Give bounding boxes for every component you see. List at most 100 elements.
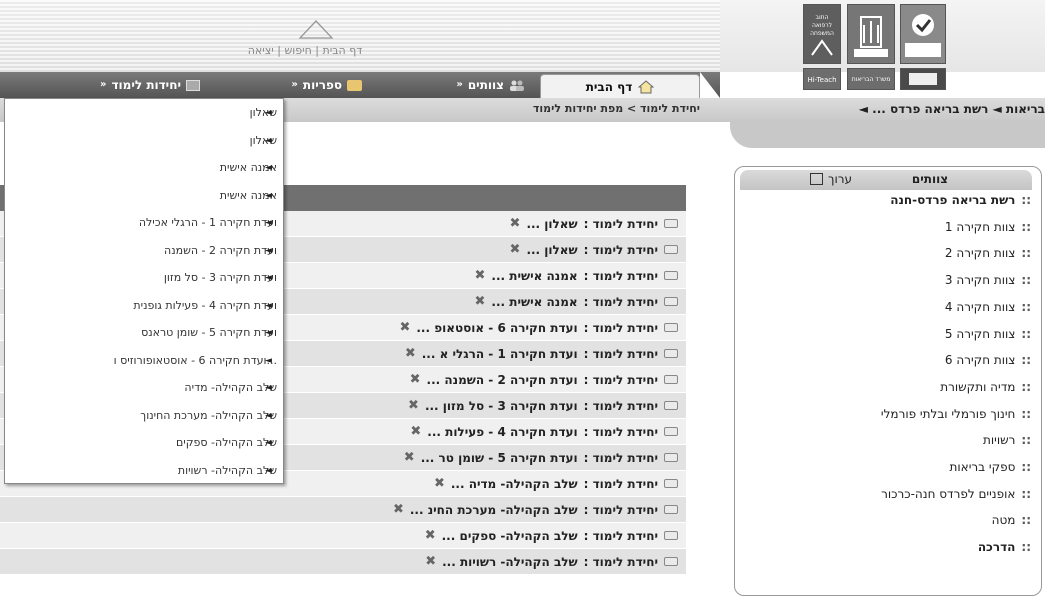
unit-link[interactable]: ועדת חקירה 3 - סל מזון ... (425, 399, 578, 413)
team-list-item[interactable]: ::צוות חקירה 3 (740, 273, 1035, 297)
team-label: אופניים לפרדס חנה-כרכור (881, 486, 1016, 501)
nav-units-menu[interactable]: יחידות לימוד « (60, 72, 200, 98)
wrench-icon[interactable]: ✖ (425, 528, 436, 543)
unit-link[interactable]: ועדת חקירה 4 - פעילות ... (427, 425, 577, 439)
unit-link[interactable]: שלב הקהילה- ספקים ... (442, 529, 578, 543)
team-label: צוות חקירה 1 (944, 219, 1016, 234)
breadcrumb-current[interactable]: יחידת לימוד > מפת יחידות לימוד (533, 102, 700, 115)
envelope-icon (664, 557, 678, 566)
unit-link[interactable]: שלב הקהילה- מערכת החינ ... (410, 503, 578, 517)
submenu-arrow-icon: ◄ (265, 410, 272, 421)
unit-link[interactable]: ועדת חקירה 2 - השמנה ... (427, 373, 578, 387)
wrench-icon[interactable]: ✖ (474, 294, 485, 309)
envelope-icon (664, 219, 678, 228)
unit-label: יחידת לימוד : (583, 216, 658, 231)
org-breadcrumb-trail[interactable]: בריאות ◄ רשת בריאה פרדס ... ◄ (859, 102, 1045, 116)
team-label: הדרכה (977, 540, 1016, 555)
search-link[interactable]: חיפוש (284, 44, 311, 57)
dropdown-menu-item[interactable]: אמנה אישית ◄ (5, 182, 283, 210)
dropdown-item-label: ועדת חקירה 3 - סל מזון (163, 271, 277, 284)
team-list-item[interactable]: ::רשת בריאה פרדס-חנה (740, 193, 1035, 217)
wrench-icon[interactable]: ✖ (408, 398, 419, 413)
nav-libraries-label: ספריות (302, 78, 342, 92)
dropdown-menu-item[interactable]: שלב הקהילה- מערכת החינוך ◄ (5, 402, 283, 430)
wrench-icon[interactable]: ✖ (474, 268, 485, 283)
team-list-item[interactable]: ::אופניים לפרדס חנה-כרכור (740, 487, 1035, 511)
team-list-item[interactable]: ::צוות חקירה 5 (740, 327, 1035, 351)
team-list-item[interactable]: ::צוות חקירה 4 (740, 300, 1035, 324)
unit-link[interactable]: אמנה אישית ... (491, 269, 577, 283)
dropdown-menu-item[interactable]: אמנה אישית ◄ (5, 154, 283, 182)
dropdown-menu-item[interactable]: ועדת חקירה 3 - סל מזון ◄ (5, 264, 283, 292)
intel-logo (900, 68, 946, 90)
dropdown-menu-item[interactable]: ...ועדת חקירה 6 - אוסטאופורוזיס ו ◄ (5, 347, 283, 375)
team-list-item[interactable]: ::ספקי בריאות (740, 460, 1035, 484)
team-list-item[interactable]: ::רשויות (740, 433, 1035, 457)
envelope-icon (664, 505, 678, 514)
home-link[interactable]: דף הבית (322, 44, 362, 57)
dropdown-menu-item[interactable]: שלב הקהילה- רשויות ◄ (5, 457, 283, 485)
wrench-icon[interactable]: ✖ (399, 320, 410, 335)
dropdown-menu-item[interactable]: ועדת חקירה 5 - שומן טראנס ◄ (5, 319, 283, 347)
team-list-item[interactable]: ::צוות חקירה 6 (740, 353, 1035, 377)
wrench-icon[interactable]: ✖ (510, 242, 521, 257)
envelope-icon (664, 349, 678, 358)
unit-link[interactable]: ועדת חקירה 5 - שומן טר ... (421, 451, 578, 465)
team-list-item[interactable]: ::מטה (740, 513, 1035, 537)
org-breadcrumb: בריאות ◄ רשת בריאה פרדס ... ◄ (760, 102, 1045, 116)
dropdown-menu-item[interactable]: שלב הקהילה- ספקים ◄ (5, 429, 283, 457)
nav-libraries-menu[interactable]: ספריות « (252, 72, 362, 98)
unit-link[interactable]: שאלון ... (526, 217, 577, 231)
nav-teams-menu[interactable]: צוותים « (415, 72, 525, 98)
team-list-item[interactable]: ::חינוך פורמלי ובלתי פורמלי (740, 407, 1035, 431)
house-icon (638, 79, 655, 93)
envelope-icon (664, 531, 678, 540)
dropdown-menu-item[interactable]: ועדת חקירה 2 - השמנה ◄ (5, 237, 283, 265)
envelope-icon (664, 271, 678, 280)
unit-link[interactable]: ועדת חקירה 6 - אוסטאופ ... (416, 321, 577, 335)
wrench-icon[interactable]: ✖ (510, 216, 521, 231)
table-row: יחידת לימוד : שלב הקהילה- רשויות ... ✖ (0, 549, 686, 575)
team-label: צוות חקירה 3 (944, 273, 1016, 288)
nav-bar-tail (700, 72, 720, 98)
submenu-arrow-icon: ◄ (265, 245, 272, 256)
wrench-icon[interactable]: ✖ (410, 372, 421, 387)
team-label: צוות חקירה 6 (944, 353, 1016, 368)
envelope-icon (664, 323, 678, 332)
wrench-icon[interactable]: ✖ (410, 424, 421, 439)
team-list-item[interactable]: ::מדיה ותקשורת (740, 380, 1035, 404)
unit-link[interactable]: שלב הקהילה- מדיה ... (451, 477, 578, 491)
unit-label: יחידת לימוד : (583, 242, 658, 257)
bullet-icon: :: (1021, 486, 1031, 501)
dropdown-menu-item[interactable]: שאלון ◄ (5, 99, 283, 127)
unit-label: יחידת לימוד : (583, 502, 658, 517)
ministry-logo: משרד הבריאות (847, 68, 895, 90)
team-list-item[interactable]: ::צוות חקירה 1 (740, 220, 1035, 244)
edit-icon (810, 173, 823, 185)
team-list-item[interactable]: ::הדרכה (740, 540, 1035, 564)
bullet-icon: :: (1021, 219, 1031, 234)
wrench-icon[interactable]: ✖ (393, 502, 404, 517)
unit-link[interactable]: שאלון ... (526, 243, 577, 257)
unit-link[interactable]: שלב הקהילה- רשויות ... (442, 555, 578, 569)
dropdown-item-label: ועדת חקירה 2 - השמנה (164, 243, 277, 257)
dropdown-menu-item[interactable]: שלב הקהילה- מדיה ◄ (5, 374, 283, 402)
team-list-item[interactable]: ::צוות חקירה 2 (740, 246, 1035, 270)
unit-link[interactable]: ועדת חקירה 1 - הרגלי א ... (422, 347, 578, 361)
wrench-icon[interactable]: ✖ (425, 554, 436, 569)
dropdown-menu-item[interactable]: ועדת חקירה 4 - פעילות גופנית ◄ (5, 292, 283, 320)
wrench-icon[interactable]: ✖ (404, 450, 415, 465)
nav-teams-label: צוותים (467, 78, 504, 92)
exit-link[interactable]: יציאה (248, 44, 274, 57)
teams-edit-button[interactable]: ערוך (776, 172, 852, 186)
wrench-icon[interactable]: ✖ (405, 346, 416, 361)
dropdown-menu-item[interactable]: שאלון ◄ (5, 127, 283, 155)
up-arrow-icon[interactable] (298, 20, 334, 40)
units-dropdown-menu: שאלון ◄ שאלון ◄ אמנה אישית ◄ אמנה אישית ◄ ועדת ח… (4, 98, 284, 484)
wrench-icon[interactable]: ✖ (434, 476, 445, 491)
dropdown-item-label: שאלון (249, 106, 277, 119)
dropdown-menu-item[interactable]: ועדת חקירה 1 - הרגלי אכילה ◄ (5, 209, 283, 237)
unit-label: יחידת לימוד : (583, 450, 658, 465)
unit-link[interactable]: אמנה אישית ... (491, 295, 577, 309)
nav-home-tab[interactable]: דף הבית (540, 74, 700, 98)
